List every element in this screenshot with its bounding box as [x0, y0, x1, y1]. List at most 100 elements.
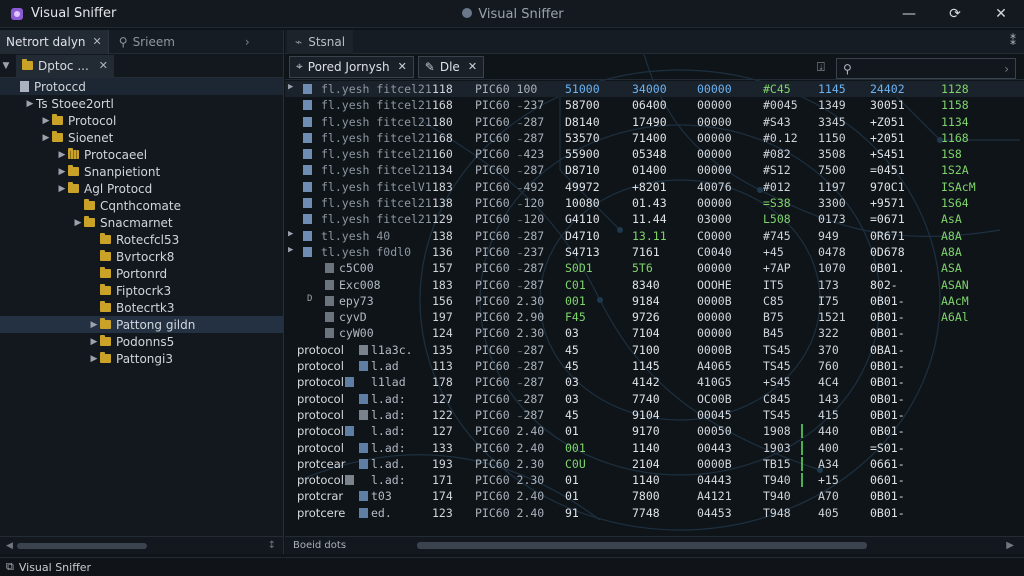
packet-row[interactable]: ▶ tl.yesh 40 138 PIC60 ₋287 D4710 13.11 C0000 #… [285, 228, 1024, 244]
packet-row[interactable]: protcrar t03 174 PIC60 2.40 01 7800 A4121 T940 A… [285, 488, 1024, 504]
filter-tab-2[interactable]: ✎ Dle ✕ [417, 55, 485, 78]
close-icon[interactable]: ✕ [398, 60, 407, 73]
packet-row[interactable]: c5C00 157 PIC60 ₋287 S0D1 5T6 00000 +7AP 1070 0B… [285, 260, 1024, 276]
tree-item[interactable]: ▶ Pattongi3 [0, 350, 283, 367]
pin-icon[interactable]: ⁑ [1010, 34, 1016, 48]
close-button[interactable]: ✕ [978, 0, 1024, 28]
packet-row[interactable]: Depy73 156 PIC60 2.30 001 9184 0000B C85 I75 0B0… [285, 293, 1024, 309]
packet-row[interactable]: protcear l.ad. 193 PIC60 2.30 C0U 2104 0000B TB… [285, 456, 1024, 472]
expand-icon[interactable]: ▶ [88, 320, 100, 330]
tree-item[interactable]: ▶ Ts Stoee2ortl [0, 95, 283, 112]
packet-row[interactable]: protocol l.ad: 127 PIC60 2.40 01 9170 00050 190… [285, 423, 1024, 439]
expand-icon[interactable]: ▶ [56, 150, 68, 160]
left-scrollbar[interactable]: ◀ ↕ [0, 536, 284, 554]
cell-h: 0601- [870, 473, 905, 488]
cell-name: fl.yesh fitcelV1 [321, 179, 432, 194]
close-icon[interactable]: ✕ [468, 60, 477, 73]
collapse-icon[interactable]: ▼ [0, 61, 12, 71]
scroll-right-icon[interactable]: ▶ [1006, 540, 1014, 551]
folder-icon [100, 301, 111, 312]
tab-network-dialog[interactable]: Netrort dalyn ✕ [0, 29, 109, 54]
packet-row[interactable]: protocol l.ad: 133 PIC60 2.40 001 1140 00443 19… [285, 440, 1024, 456]
left-search[interactable]: ⚲ Srieem › [109, 35, 250, 49]
expand-icon[interactable]: ▶ [72, 218, 84, 228]
expand-icon[interactable]: ▶ [56, 167, 68, 177]
tree-item[interactable]: Rotecfcl53 [0, 231, 283, 248]
packet-search-input[interactable]: ⚲ › [836, 58, 1016, 79]
close-icon[interactable]: ✕ [99, 59, 108, 72]
expand-icon[interactable]: ▶ [88, 354, 100, 364]
tab-signal[interactable]: ⌁ Stsnal [287, 29, 354, 54]
tree-item[interactable]: Portonrd [0, 265, 283, 282]
packet-row[interactable]: protocol l1lad 178 PIC60 ₋287 03 4142 410G5 +S4… [285, 374, 1024, 390]
cell-mark: D [307, 293, 313, 304]
packet-row[interactable]: protocol l.ad: 122 PIC60 ₋287 45 9104 00045 TS4… [285, 407, 1024, 423]
cell-i: A6Al [941, 310, 969, 325]
packet-row[interactable]: cyW00 124 PIC60 2.30 03 7104 00000 B45 322 0B01- [285, 325, 1024, 341]
filter-tab-1[interactable]: ⌖ Pored Jornysh ✕ [289, 55, 414, 78]
expand-icon[interactable]: ▶ [88, 337, 100, 347]
cell-f: #0.12 [763, 130, 798, 145]
packet-row[interactable]: fl.yesh fitcel21 168 PIC60 ₋287 53570 71400 0… [285, 130, 1024, 146]
packet-row[interactable]: fl.yesh fitcel21 138 PIC60 ₋120 10080 01.43 0… [285, 195, 1024, 211]
tree-item[interactable]: ▶ Agl Protocd [0, 180, 283, 197]
expand-icon[interactable]: ▶ [40, 133, 52, 143]
tree-item[interactable]: Fiptocrk3 [0, 282, 283, 299]
packet-scrollbar[interactable]: Boeid dots ▶ [285, 536, 1024, 554]
cell-c: G4110 [565, 212, 600, 227]
packet-row[interactable]: ▶ tl.yesh f0dl0 136 PIC60 ₋237 S4713 7161 C004… [285, 244, 1024, 260]
cell-name: l.ad: [371, 473, 406, 488]
folder-icon [68, 148, 79, 159]
tree-item[interactable]: ▶ Podonns5 [0, 333, 283, 350]
cell-b: PIC60 2.40 [475, 505, 545, 520]
restore-button[interactable]: ⟳ [932, 0, 978, 28]
scroll-thumb[interactable] [16, 542, 147, 549]
tree-item[interactable]: Cqnthcomate [0, 197, 283, 214]
packet-row[interactable]: protocol l1a3c. 135 PIC60 ₋287 45 7100 0000B TS… [285, 342, 1024, 358]
cell-a: 136 [432, 244, 453, 259]
tab-protocol-tree[interactable]: Dptoc ... ✕ [16, 54, 114, 77]
tree-item[interactable]: ▶ Protocaeel [0, 146, 283, 163]
scroll-down-icon[interactable]: ↕ [268, 540, 276, 551]
packet-row[interactable]: cyvD 197 PIC60 2.90 F45 9726 00000 B75 1521 0B01… [285, 309, 1024, 325]
scroll-left-icon[interactable]: ◀ [6, 541, 13, 551]
tree-item[interactable]: ▶ Protocol [0, 112, 283, 129]
expand-icon[interactable]: ▶ [56, 184, 68, 194]
chevron-right-icon[interactable]: › [1004, 62, 1009, 76]
minimize-button[interactable]: — [886, 0, 932, 28]
tree-item-label: Cqnthcomate [100, 198, 181, 213]
packet-row[interactable]: protcere ed. 123 PIC60 2.40 91 7748 04453 T948 4… [285, 505, 1024, 521]
tree-item[interactable]: Protoccd [0, 78, 283, 95]
filter-icon[interactable]: ⍗ [817, 60, 825, 75]
packet-row[interactable]: Exc008 183 PIC60 ₋287 C01 8340 OOOHE IT5 173 802… [285, 277, 1024, 293]
expand-icon[interactable]: ▶ [40, 116, 52, 126]
packet-row[interactable]: fl.yesh fitcel21 160 PIC60 ₋423 55900 05348 0… [285, 146, 1024, 162]
packet-row[interactable]: fl.yesh fitcelV1 183 PIC60 ₋492 49972 +8201 4… [285, 179, 1024, 195]
scroll-thumb[interactable] [417, 542, 867, 549]
chevron-right-icon[interactable]: › [245, 35, 250, 49]
packet-row[interactable]: protocol l.ad: 127 PIC60 ₋287 03 7740 OC00B C84… [285, 391, 1024, 407]
protocol-tree: Protoccd ▶ Ts Stoee2ortl ▶ Protocol ▶ Sioenet ▶… [0, 78, 283, 367]
cell-d: 1145 [632, 359, 660, 374]
tree-item[interactable]: ▶ Snanpietiont [0, 163, 283, 180]
cell-name: l.ad: [371, 440, 406, 455]
packet-row[interactable]: ▶ fl.yesh fitcel21 118 PIC60 100 51000 34000 0… [285, 81, 1024, 98]
packet-row[interactable]: protocol l.ad 113 PIC60 ₋287 45 1145 A4065 TS45… [285, 358, 1024, 374]
packet-row[interactable]: fl.yesh fitcel21 134 PIC60 ₋287 D8710 01400 0… [285, 162, 1024, 178]
packet-icon [359, 491, 368, 502]
tree-item[interactable]: Botecrtk3 [0, 299, 283, 316]
cell-g: 1521 [818, 310, 846, 325]
cell-d: 7748 [632, 505, 660, 520]
tree-item[interactable]: Bvrtocrk8 [0, 248, 283, 265]
close-icon[interactable]: ✕ [93, 35, 102, 48]
packet-row[interactable]: fl.yesh fitcel21 129 PIC60 ₋120 G4110 11.44 0… [285, 211, 1024, 227]
expand-icon[interactable]: ▶ [24, 99, 36, 109]
cell-b: PIC60 2.40 [475, 440, 545, 455]
tree-item[interactable]: ▶ Sioenet [0, 129, 283, 146]
tree-item[interactable]: ▶ Snacmarnet [0, 214, 283, 231]
packet-row[interactable]: protocol l.ad: 171 PIC60 2.30 01 1140 04443 T94… [285, 472, 1024, 488]
tree-item[interactable]: ▶ Pattong gildn [0, 316, 283, 333]
packet-row[interactable]: fl.yesh fitcel21 168 PIC60 ₋237 58700 06400 0… [285, 97, 1024, 113]
folder-icon [84, 216, 95, 227]
packet-row[interactable]: fl.yesh fitcel21 180 PIC60 ₋287 D8140 17490 0… [285, 114, 1024, 130]
